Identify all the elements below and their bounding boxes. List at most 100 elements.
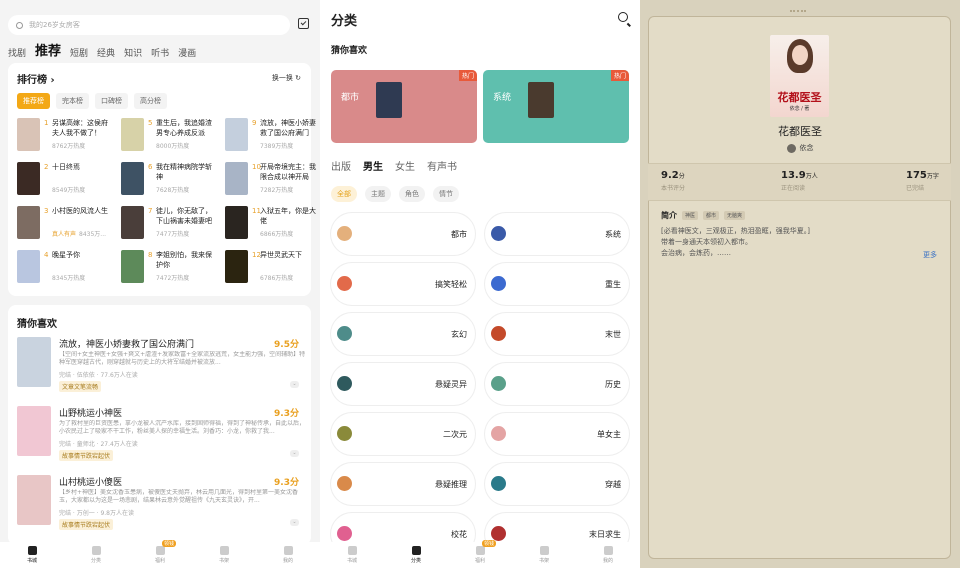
book-cover <box>17 250 40 283</box>
tab-knowledge[interactable]: 知识 <box>124 46 142 59</box>
home-icon <box>27 546 37 555</box>
category-item[interactable]: 悬疑灵异 <box>331 363 475 405</box>
category-item[interactable]: 玄幻 <box>331 313 475 355</box>
banner-city[interactable]: 都市 热门 <box>331 70 477 143</box>
list-item[interactable]: 山野桃运小神医 9.3分 为了救村里的巨资医患，拿小龙被人沉产水库，接到固师得福，得… <box>17 406 305 472</box>
nav-item[interactable]: 书城 <box>332 546 372 564</box>
category-item[interactable]: 系统 <box>485 213 629 255</box>
tab-classic[interactable]: 经典 <box>97 46 115 59</box>
filter-role[interactable]: 角色 <box>399 186 425 202</box>
drag-handle[interactable] <box>790 10 806 16</box>
book-title: 徒儿，你无敌了，下山祸害未婚妻吧 <box>156 207 212 225</box>
book-title: 另谋高嫁：这侯府夫人我不做了！ <box>52 119 108 137</box>
tab-female[interactable]: 女生 <box>395 158 415 173</box>
grid-icon <box>91 546 101 555</box>
switch-button[interactable]: 换一换 ↻ <box>272 73 301 83</box>
tab-comic[interactable]: 漫画 <box>178 46 196 59</box>
tab-publish[interactable]: 出版 <box>331 158 351 173</box>
book-title: 李姐别怕，我来保护你 <box>156 251 212 269</box>
rank-tab-finished[interactable]: 完本榜 <box>56 93 89 109</box>
ranking-item[interactable]: 9 流放，神医小娇妻救了国公府满门 7389万热度 <box>225 118 320 152</box>
book-title: 流放，神医小娇妻救了国公府满门 <box>260 119 316 137</box>
filter-all[interactable]: 全部 <box>331 186 357 202</box>
ranking-item[interactable]: 6 我在精神病院学斩神 7628万热度 <box>121 162 217 196</box>
grid-icon <box>411 546 421 555</box>
ranking-item[interactable]: 3 小村医的风流人生 真人有声 8435万... <box>17 206 113 240</box>
checkin-icon[interactable] <box>298 18 309 29</box>
filter-plot[interactable]: 情节 <box>433 186 459 202</box>
book-title: 我在精神病院学斩神 <box>156 163 212 181</box>
nav-item[interactable]: 分类 <box>396 546 436 564</box>
nav-item[interactable]: 我的 <box>588 546 628 564</box>
category-name: 搞笑轻松 <box>435 280 467 289</box>
nav-item[interactable]: 分类 <box>76 546 116 564</box>
book-cover[interactable]: 花都医圣 依念 / 著 <box>770 35 829 117</box>
category-name: 末世 <box>605 330 621 339</box>
nav-item[interactable]: 书城 <box>12 546 52 564</box>
filter-theme[interactable]: 主题 <box>365 186 391 202</box>
nav-item[interactable]: 福利 领钱 <box>140 540 180 564</box>
ranking-item[interactable]: 11 入狱五年，你是大佬 6866万热度 <box>225 206 320 240</box>
user-icon <box>283 546 293 555</box>
chevron-down-icon[interactable]: ⌄ <box>290 450 299 457</box>
banner-system[interactable]: 系统 热门 <box>483 70 629 143</box>
book-description: [必看神医文，三观极正，热泪盈眶，强我华夏。] 带着一身通天本领初入都市。 会治… <box>661 227 810 257</box>
list-item[interactable]: 流放，神医小娇妻救了国公府满门 9.5分 【空间+女主神医+女强+爽文+虐渣+发家致… <box>17 337 305 403</box>
gift-icon <box>475 546 485 555</box>
ranking-item[interactable]: 7 徒儿，你无敌了，下山祸害未婚妻吧 7477万热度 <box>121 206 217 240</box>
tab-male[interactable]: 男生 <box>363 158 383 173</box>
chevron-down-icon[interactable]: ⌄ <box>290 381 299 388</box>
category-name: 悬疑灵异 <box>435 380 467 389</box>
book-meta: 完结 · 童师北 · 27.4万人在读 <box>59 441 138 448</box>
ranking-item[interactable]: 2 十日终焉 8549万热度 <box>17 162 113 196</box>
intro-tag[interactable]: 都市 <box>703 211 720 220</box>
rank-tab-score[interactable]: 高分榜 <box>134 93 167 109</box>
category-item[interactable]: 末世 <box>485 313 629 355</box>
ranking-item[interactable]: 10 开局帝境完主：我限合成以神开局 7282万热度 <box>225 162 320 196</box>
ranking-item[interactable]: 1 另谋高嫁：这侯府夫人我不做了！ 8762万热度 <box>17 118 113 152</box>
intro-tag[interactable]: 无脑爽 <box>724 211 746 220</box>
ranking-item[interactable]: 4 晚星予你 8345万热度 <box>17 250 113 284</box>
heat-value: 8435万... <box>79 231 107 238</box>
category-item[interactable]: 穿越 <box>485 463 629 505</box>
category-item[interactable]: 悬疑推理 <box>331 463 475 505</box>
tab-short[interactable]: 短剧 <box>70 46 88 59</box>
category-item[interactable]: 二次元 <box>331 413 475 455</box>
tab-recommend[interactable]: 推荐 <box>35 40 61 59</box>
ranking-item[interactable]: 5 重生后，我追婚渣男专心养成反派 8000万热度 <box>121 118 217 152</box>
category-item[interactable]: 都市 <box>331 213 475 255</box>
nav-item[interactable]: 我的 <box>268 546 308 564</box>
ranking-item[interactable]: 12 异世灵武天下 6786万热度 <box>225 250 320 284</box>
book-title: 重生后，我追婚渣男专心养成反派 <box>156 119 212 137</box>
nav-label: 书城 <box>346 558 357 564</box>
chevron-down-icon[interactable]: ⌄ <box>290 519 299 526</box>
category-item[interactable]: 历史 <box>485 363 629 405</box>
search-icon <box>16 21 23 29</box>
book-title: 山野桃运小神医 <box>59 409 123 419</box>
intro-tag[interactable]: 神医 <box>682 211 699 220</box>
nav-item[interactable]: 书架 <box>204 546 244 564</box>
book-cover <box>121 250 144 283</box>
search-input[interactable]: 我的26岁女房客 <box>8 15 290 35</box>
list-item[interactable]: 山村桃运小傻医 9.3分 【乡村+神医】美女沈香玉患病，被傻医丈夫抛弃，林云用几面光… <box>17 475 305 541</box>
category-item[interactable]: 单女主 <box>485 413 629 455</box>
book-desc: 【空间+女主神医+女强+爽文+虐渣+发家致富+全家流放逃荒，女主能力强，空间辅助… <box>59 351 306 366</box>
category-item[interactable]: 搞笑轻松 <box>331 263 475 305</box>
heat-value: 6866万热度 <box>260 231 294 238</box>
more-link[interactable]: 更多 <box>923 250 937 260</box>
nav-item[interactable]: 书架 <box>524 546 564 564</box>
nav-item[interactable]: 福利 领钱 <box>460 540 500 564</box>
rank-tab-reputation[interactable]: 口碑榜 <box>95 93 128 109</box>
rank-tab-recommend[interactable]: 推荐榜 <box>17 93 50 109</box>
ranking-title[interactable]: 排行榜 › <box>17 71 55 86</box>
category-item[interactable]: 重生 <box>485 263 629 305</box>
tab-audio[interactable]: 听书 <box>151 46 169 59</box>
heat-count: 6866万热度 <box>260 229 293 238</box>
search-icon[interactable] <box>618 12 628 22</box>
ranking-item[interactable]: 8 李姐别怕，我来保护你 7472万热度 <box>121 250 217 284</box>
book-cover <box>17 162 40 195</box>
tab-find[interactable]: 找剧 <box>8 46 26 59</box>
author-link[interactable]: 依念 <box>640 143 960 153</box>
rank-number: 8 <box>148 251 153 259</box>
tab-audiobook[interactable]: 有声书 <box>427 158 457 173</box>
